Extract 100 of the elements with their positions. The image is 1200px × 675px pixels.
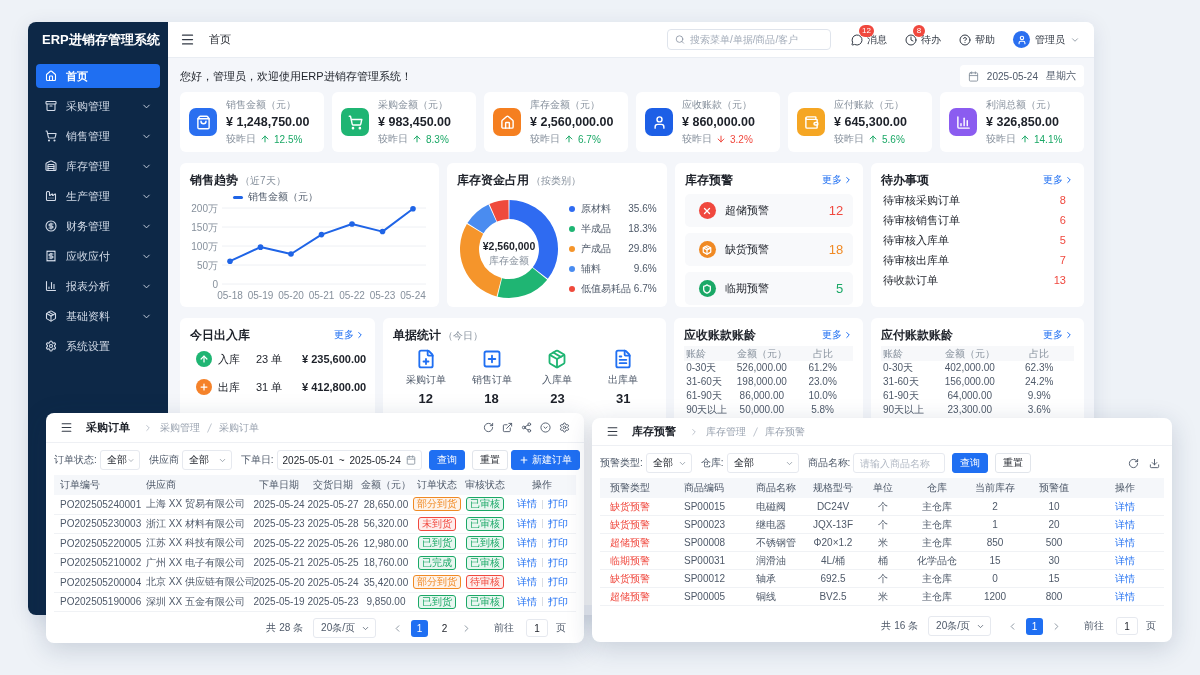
select-field[interactable]: 全部 (726, 453, 799, 473)
breadcrumb-item[interactable]: 库存管理 (706, 424, 746, 439)
stat-value: ¥ 860,000.00 (682, 115, 755, 129)
select-field[interactable]: 全部 (181, 450, 232, 470)
page-button[interactable]: 1 (1026, 617, 1043, 635)
table-action-link[interactable]: 详情 (516, 516, 537, 531)
table-cell-text: 北京 XX 供应链有限公司 (145, 575, 252, 590)
table-cell-text: 800 (1044, 591, 1064, 602)
date-range-field[interactable]: 2025-05-01 ~ 2025-05-24 (276, 450, 422, 470)
more-link[interactable]: 更多 (333, 328, 365, 342)
table-action-link[interactable]: 详情 (1115, 517, 1135, 532)
breadcrumb-item[interactable]: 采购管理 (160, 420, 200, 435)
table-cell-text: 主仓库 (921, 571, 953, 586)
column-header: 商品名称 (755, 481, 797, 495)
refresh-icon[interactable] (483, 422, 494, 433)
card-title: 库存资金占用 (456, 171, 529, 189)
search-field[interactable]: 搜索菜单/单据/商品/客户 (667, 29, 831, 50)
filter-button[interactable]: 重置 (471, 450, 508, 470)
breadcrumb-item: 库存预警 (765, 424, 805, 439)
table-cell-text: 90天以上 (882, 403, 926, 417)
table-action-link[interactable]: 打印 (547, 594, 568, 609)
axis-label: 200万 (191, 204, 218, 214)
table-cell-text: 超储预警 (609, 535, 651, 550)
table-action-link[interactable]: 详情 (1115, 499, 1135, 514)
page-button[interactable]: 2 (436, 619, 453, 637)
filter-button[interactable]: 查询 (428, 450, 465, 470)
table-action-link[interactable]: 详情 (516, 536, 537, 551)
table-action-link[interactable]: 详情 (516, 497, 537, 512)
page-input[interactable]: 1 (1116, 617, 1138, 635)
column-header: 占比 (811, 346, 834, 361)
menu-icon[interactable] (180, 32, 195, 47)
sidebar-menu-item[interactable]: 销售管理 (36, 124, 160, 148)
table-cell-text: 61.2% (807, 361, 838, 375)
table-action-link[interactable]: 打印 (547, 555, 568, 570)
filter-label: 订单状态: (54, 453, 97, 467)
download-icon[interactable] (1149, 457, 1160, 469)
select-field[interactable]: 全部 (645, 453, 692, 473)
table-action-link[interactable]: 详情 (516, 575, 537, 590)
card-title: 应收账款账龄 (684, 326, 757, 344)
table-action-link[interactable]: 详情 (1115, 589, 1135, 604)
more-link[interactable]: 更多 (822, 173, 854, 187)
document-label: 销售订单 (471, 373, 512, 387)
table-action-link[interactable]: 打印 (547, 536, 568, 551)
more-link[interactable]: 更多 (822, 328, 854, 342)
sidebar-menu-item[interactable]: 首页 (36, 64, 160, 88)
alert-count: 18 (828, 242, 844, 257)
home-icon (45, 70, 57, 82)
page-size-select[interactable]: 20条/页 (313, 618, 376, 638)
sidebar-menu-item[interactable]: 财务管理 (36, 214, 160, 238)
document-label: 出库单 (608, 373, 639, 387)
compare-label: 较昨日 (682, 132, 712, 146)
table-cell: 2025-05-27 (306, 498, 360, 510)
more-link[interactable]: 更多 (1043, 173, 1074, 187)
column-header: 账龄 (685, 346, 708, 361)
table-cell-text: 15 (1047, 573, 1061, 584)
sidebar-menu-item[interactable]: 生产管理 (36, 184, 160, 208)
share-icon[interactable] (521, 422, 532, 433)
filter-button[interactable]: 重置 (995, 453, 1032, 473)
table-action-link[interactable]: 打印 (547, 516, 568, 531)
input-field[interactable]: 请输入商品名称 (853, 453, 946, 473)
stat-label: 应付账款（元） (834, 98, 905, 112)
select-field[interactable]: 全部 (99, 450, 140, 470)
table-action-link[interactable]: 打印 (547, 497, 568, 512)
table-action-link[interactable]: 详情 (516, 594, 537, 609)
table-cell-text: 9.9% (1026, 389, 1052, 403)
table-action-link[interactable]: 详情 (1115, 553, 1135, 568)
bar-chart-icon (45, 280, 57, 292)
page-button[interactable]: 1 (411, 619, 428, 637)
breadcrumb-item: 采购订单 (219, 420, 259, 435)
table-cell: 2025-05-19 (252, 596, 306, 608)
create-order-button[interactable]: 新建订单 (510, 450, 580, 470)
chevron-right-icon (689, 426, 699, 437)
settings-icon[interactable] (559, 422, 570, 433)
legend-label: 半成品 (580, 221, 611, 236)
table-cell-text: PO202505240001 (59, 498, 140, 510)
sidebar-menu-item[interactable]: 库存管理 (36, 154, 160, 178)
menu-icon[interactable] (606, 425, 619, 438)
more-link[interactable]: 更多 (1043, 328, 1074, 342)
header-action-button[interactable]: 帮助 (959, 32, 995, 47)
user-menu-button[interactable]: 管理员 (1013, 31, 1080, 48)
filter-button[interactable]: 查询 (952, 453, 989, 473)
axis-label: 05-21 (308, 290, 335, 301)
sidebar-menu-item[interactable]: 应收应付 (36, 244, 160, 268)
table-action-link[interactable]: 详情 (1115, 535, 1135, 550)
sidebar-menu-item[interactable]: 采购管理 (36, 94, 160, 118)
chevron-circle-icon[interactable] (540, 422, 551, 433)
table-action-link[interactable]: 详情 (1115, 571, 1135, 586)
table-cell: 2025-05-24 (306, 576, 360, 588)
menu-icon[interactable] (60, 421, 73, 434)
page-input[interactable]: 1 (526, 619, 548, 637)
page-size-select[interactable]: 20条/页 (928, 616, 991, 636)
table-action-link[interactable]: 打印 (547, 575, 568, 590)
stat-value: ¥ 1,248,750.00 (226, 115, 310, 129)
table-action-link[interactable]: 详情 (516, 555, 537, 570)
io-label: 出库 (218, 379, 241, 395)
sidebar-menu-item[interactable]: 基础资料 (36, 304, 160, 328)
refresh-icon[interactable] (1128, 457, 1139, 469)
external-link-icon[interactable] (502, 422, 513, 433)
sidebar-menu-item[interactable]: 报表分析 (36, 274, 160, 298)
sidebar-menu-item[interactable]: 系统设置 (36, 334, 160, 358)
